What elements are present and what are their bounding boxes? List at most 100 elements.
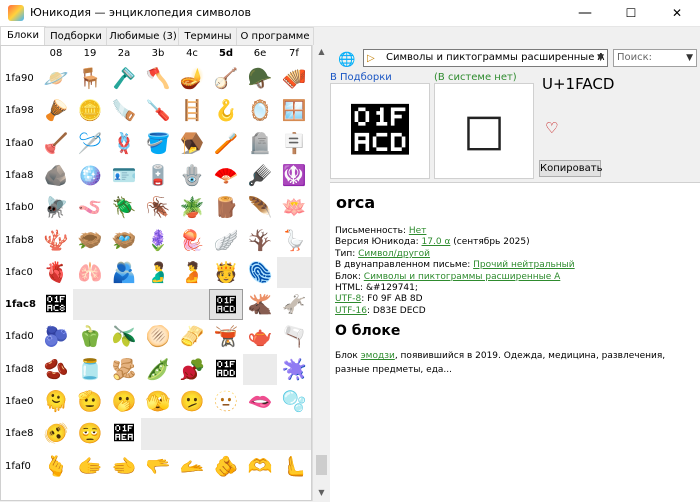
char-cell[interactable]: 🪪 <box>107 160 141 191</box>
char-cell[interactable]: 🪠 <box>39 128 73 159</box>
char-cell[interactable]: 🫂 <box>107 257 141 288</box>
char-cell[interactable]: 🫠 <box>39 386 73 417</box>
add-to-collection-link[interactable]: В Подборки <box>330 72 392 83</box>
char-cell[interactable]: 🫣 <box>141 386 175 417</box>
char-cell[interactable]: 🪬 <box>175 160 209 191</box>
char-cell[interactable]: 🫆 <box>243 257 277 288</box>
char-cell[interactable]: 🫴 <box>175 451 209 482</box>
char-cell[interactable]: 🫃 <box>141 257 175 288</box>
char-cell[interactable]: 🫪 <box>107 418 141 449</box>
char-cell[interactable]: 🪫 <box>141 160 175 191</box>
property-value[interactable]: Символы и пиктограммы расширенные А <box>364 272 561 282</box>
copy-button[interactable]: Копировать <box>539 160 602 177</box>
char-cell[interactable]: 🪙 <box>73 95 107 126</box>
char-cell[interactable]: 🪼 <box>175 225 209 256</box>
minimize-button[interactable]: — <box>562 0 608 26</box>
char-cell[interactable]: 🫥 <box>209 386 243 417</box>
char-cell[interactable]: 🪝 <box>209 95 243 126</box>
tab-blocks[interactable]: Блоки <box>0 26 46 45</box>
char-cell[interactable]: 🫦 <box>243 386 277 417</box>
property-value[interactable]: Прочий нейтральный <box>473 260 575 270</box>
char-cell[interactable]: 🫘 <box>39 354 73 385</box>
char-cell[interactable]: 🫙 <box>73 354 107 385</box>
tab-favorites[interactable]: Любимые (3) <box>106 27 180 45</box>
favorite-heart-icon[interactable]: ♡ <box>545 119 558 137</box>
char-cell[interactable]: 🪿 <box>277 225 311 256</box>
char-cell[interactable]: 🪹 <box>73 225 107 256</box>
char-cell[interactable]: 🫔 <box>175 321 209 352</box>
char-cell[interactable]: 🫕 <box>209 321 243 352</box>
scroll-up-icon[interactable]: ▲ <box>313 45 330 59</box>
char-cell[interactable]: 🫝 <box>209 354 243 385</box>
char-cell[interactable]: 🫁 <box>73 257 107 288</box>
char-cell[interactable]: 🪵 <box>209 192 243 223</box>
char-cell[interactable]: 🪦 <box>243 128 277 159</box>
tab-terms[interactable]: Термины <box>178 27 238 45</box>
property-value[interactable]: Символ/другой <box>358 249 430 259</box>
char-cell[interactable]: 🫗 <box>277 321 311 352</box>
property-value[interactable]: Нет <box>409 226 427 236</box>
char-cell[interactable]: 🪩 <box>73 160 107 191</box>
globe-font-icon[interactable]: 🌐 <box>338 51 356 69</box>
emoji-block-link[interactable]: эмодзи <box>361 351 395 361</box>
grid-scrollbar[interactable]: ▲ ▼ <box>312 45 330 501</box>
char-cell[interactable]: 🫷 <box>277 451 311 482</box>
char-cell[interactable]: 🫟 <box>277 354 311 385</box>
char-cell[interactable]: 🪕 <box>209 63 243 94</box>
char-cell[interactable]: 🪖 <box>243 63 277 94</box>
char-cell[interactable]: 🪲 <box>107 192 141 223</box>
char-cell[interactable]: 🫒 <box>107 321 141 352</box>
char-cell[interactable]: 🫛 <box>141 354 175 385</box>
char-cell[interactable]: 🫀 <box>39 257 73 288</box>
property-value[interactable]: 17.0 α <box>422 237 451 247</box>
char-cell[interactable]: 🫅 <box>209 257 243 288</box>
char-cell[interactable]: 🫏 <box>277 289 311 320</box>
char-cell[interactable]: 🪧 <box>277 128 311 159</box>
char-cell[interactable]: 🫨 <box>39 418 73 449</box>
char-cell[interactable]: 🪳 <box>141 192 175 223</box>
char-cell[interactable]: 🪾 <box>243 225 277 256</box>
char-cell[interactable]: 🫩 <box>73 418 107 449</box>
char-cell[interactable]: 🫓 <box>141 321 175 352</box>
close-button[interactable]: ✕ <box>654 0 700 26</box>
char-cell[interactable]: 🫚 <box>107 354 141 385</box>
char-cell[interactable]: 🫰 <box>39 451 73 482</box>
char-cell[interactable]: 🪔 <box>175 63 209 94</box>
scroll-thumb[interactable] <box>316 455 327 475</box>
char-cell[interactable]: 🫲 <box>107 451 141 482</box>
char-cell[interactable]: 🪸 <box>39 225 73 256</box>
char-cell[interactable]: 🪥 <box>209 128 243 159</box>
block-select[interactable]: ▷ Символы и пиктограммы расширенные А ▼ <box>363 49 608 67</box>
char-cell[interactable]: 🪐 <box>39 63 73 94</box>
char-cell[interactable]: 🪞 <box>243 95 277 126</box>
tab-about[interactable]: О программе <box>236 27 314 45</box>
char-cell[interactable]: 🫱 <box>73 451 107 482</box>
char-cell[interactable]: 🪮 <box>243 160 277 191</box>
char-cell[interactable]: 🪓 <box>141 63 175 94</box>
char-cell[interactable]: 🫍 <box>209 289 243 321</box>
char-cell[interactable]: 🪱 <box>73 192 107 223</box>
char-cell[interactable]: 🪟 <box>277 95 311 126</box>
search-input[interactable]: Поиск: ▼ <box>613 49 697 67</box>
scroll-down-icon[interactable]: ▼ <box>313 486 330 500</box>
char-cell[interactable]: 🫎 <box>243 289 277 320</box>
char-cell[interactable]: 🪭 <box>209 160 243 191</box>
property-key[interactable]: UTF-16 <box>335 306 367 316</box>
maximize-button[interactable]: ☐ <box>608 0 654 26</box>
char-cell[interactable]: 🫳 <box>141 451 175 482</box>
char-cell[interactable]: 🪡 <box>73 128 107 159</box>
char-cell[interactable]: 🪘 <box>39 95 73 126</box>
char-cell[interactable]: 🫡 <box>73 386 107 417</box>
char-cell[interactable]: 🪯 <box>277 160 311 191</box>
char-cell[interactable]: 🪣 <box>141 128 175 159</box>
char-cell[interactable]: 🪛 <box>141 95 175 126</box>
char-cell[interactable]: 🪤 <box>175 128 209 159</box>
char-cell[interactable]: 🫤 <box>175 386 209 417</box>
char-cell[interactable]: 🫈 <box>39 289 73 320</box>
char-cell[interactable]: 🫢 <box>107 386 141 417</box>
char-cell[interactable]: 🪢 <box>107 128 141 159</box>
char-cell[interactable]: 🫵 <box>209 451 243 482</box>
char-cell[interactable]: 🫧 <box>277 386 311 417</box>
char-cell[interactable]: 🪑 <box>73 63 107 94</box>
char-cell[interactable]: 🪚 <box>107 95 141 126</box>
